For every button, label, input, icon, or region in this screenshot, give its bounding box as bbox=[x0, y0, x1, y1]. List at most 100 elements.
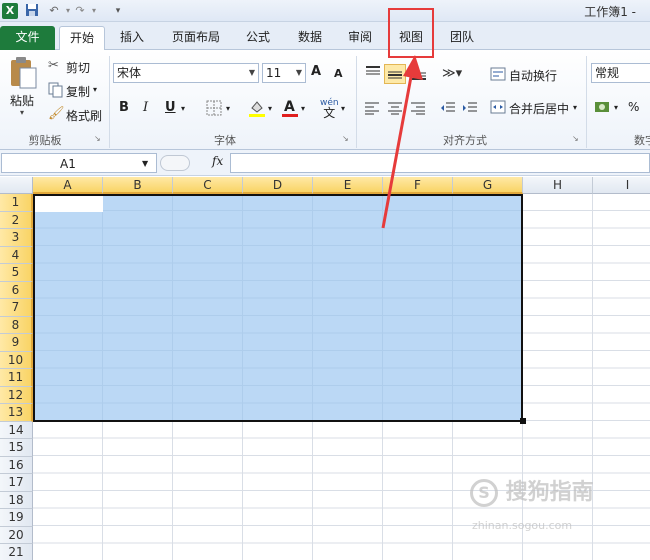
row-header-7[interactable]: 7 bbox=[0, 299, 33, 317]
cut-button[interactable]: 剪切 bbox=[66, 59, 90, 76]
paste-dropdown-icon[interactable]: ▾ bbox=[20, 108, 24, 117]
formula-input[interactable] bbox=[230, 153, 650, 173]
row-header-19[interactable]: 19 bbox=[0, 509, 33, 527]
watermark-logo: S 搜狗指南 bbox=[470, 474, 594, 507]
tab-file[interactable]: 文件 bbox=[0, 26, 55, 50]
save-icon[interactable] bbox=[24, 3, 40, 19]
row-header-14[interactable]: 14 bbox=[0, 421, 33, 439]
underline-dropdown-icon[interactable]: ▾ bbox=[181, 104, 185, 113]
fill-color-dropdown-icon[interactable]: ▾ bbox=[268, 104, 272, 113]
select-all-corner[interactable] bbox=[0, 177, 33, 194]
formula-bar-splitter[interactable] bbox=[160, 155, 190, 171]
wrap-text-button[interactable]: 自动换行 bbox=[509, 67, 557, 84]
excel-icon[interactable]: X bbox=[2, 3, 18, 19]
borders-dropdown-icon[interactable]: ▾ bbox=[226, 104, 230, 113]
window-title: 工作簿1 - bbox=[584, 5, 636, 19]
column-header-i[interactable]: I bbox=[593, 177, 650, 194]
tab-data[interactable]: 数据 bbox=[290, 26, 330, 50]
alignment-launcher-icon[interactable]: ↘ bbox=[572, 134, 579, 143]
name-box-dropdown-icon[interactable]: ▼ bbox=[142, 155, 148, 173]
row-header-8[interactable]: 8 bbox=[0, 316, 33, 334]
column-header-c[interactable]: C bbox=[173, 177, 243, 194]
clipboard-launcher-icon[interactable]: ↘ bbox=[94, 134, 101, 143]
format-painter-button[interactable]: 格式刷 bbox=[66, 107, 102, 124]
copy-button[interactable]: 复制 bbox=[66, 83, 90, 100]
underline-button[interactable]: U bbox=[165, 100, 176, 115]
orientation-icon[interactable]: ≫▾ bbox=[442, 66, 462, 81]
group-separator bbox=[109, 56, 110, 148]
column-header-b[interactable]: B bbox=[103, 177, 173, 194]
alignment-group-label: 对齐方式 bbox=[443, 134, 487, 147]
merge-center-icon[interactable] bbox=[490, 99, 506, 115]
tab-team[interactable]: 团队 bbox=[442, 26, 482, 50]
row-header-1[interactable]: 1 bbox=[0, 194, 33, 212]
row-header-6[interactable]: 6 bbox=[0, 281, 33, 299]
tab-formulas[interactable]: 公式 bbox=[238, 26, 278, 50]
tab-page-layout[interactable]: 页面布局 bbox=[164, 26, 228, 50]
fill-handle[interactable] bbox=[520, 418, 526, 424]
redo-dropdown-icon[interactable]: ▾ bbox=[86, 3, 102, 19]
column-header-h[interactable]: H bbox=[523, 177, 593, 194]
paste-icon[interactable] bbox=[8, 56, 38, 90]
column-header-g[interactable]: G bbox=[453, 177, 523, 194]
row-header-16[interactable]: 16 bbox=[0, 456, 33, 474]
fill-color-icon[interactable] bbox=[248, 98, 266, 118]
number-group-label: 数字 bbox=[634, 134, 650, 147]
row-header-3[interactable]: 3 bbox=[0, 229, 33, 247]
svg-text:A: A bbox=[284, 99, 295, 115]
tab-review[interactable]: 审阅 bbox=[340, 26, 380, 50]
paste-button[interactable]: 粘贴 bbox=[10, 92, 34, 109]
font-launcher-icon[interactable]: ↘ bbox=[342, 134, 349, 143]
active-cell[interactable] bbox=[35, 196, 103, 212]
row-header-21[interactable]: 21 bbox=[0, 544, 33, 560]
copy-dropdown-icon[interactable]: ▾ bbox=[93, 85, 97, 94]
borders-icon[interactable] bbox=[206, 100, 222, 116]
bold-button[interactable]: B bbox=[119, 100, 129, 115]
watermark-url: zhinan.sogou.com bbox=[472, 519, 573, 532]
increase-indent-icon[interactable] bbox=[462, 100, 478, 116]
row-header-2[interactable]: 2 bbox=[0, 211, 33, 229]
insert-function-icon[interactable]: fx bbox=[212, 154, 223, 168]
row-header-12[interactable]: 12 bbox=[0, 386, 33, 404]
scissors-icon[interactable]: ✂ bbox=[48, 58, 64, 74]
tab-insert[interactable]: 插入 bbox=[112, 26, 152, 50]
merge-center-button[interactable]: 合并后居中 bbox=[509, 100, 569, 117]
row-header-20[interactable]: 20 bbox=[0, 526, 33, 544]
column-header-a[interactable]: A bbox=[33, 177, 103, 194]
row-header-13[interactable]: 13 bbox=[0, 404, 33, 422]
font-color-dropdown-icon[interactable]: ▾ bbox=[301, 104, 305, 113]
selected-range[interactable] bbox=[33, 194, 523, 422]
row-header-15[interactable]: 15 bbox=[0, 439, 33, 457]
accounting-format-icon[interactable] bbox=[594, 99, 612, 115]
font-size-select[interactable]: 11 ▼ bbox=[262, 63, 306, 83]
font-color-icon[interactable]: A bbox=[281, 98, 299, 118]
name-box[interactable]: A1 ▼ bbox=[1, 153, 157, 173]
wrap-text-icon[interactable] bbox=[490, 66, 506, 82]
accounting-dropdown-icon[interactable]: ▾ bbox=[614, 103, 618, 112]
font-name-select[interactable]: 宋体 ▼ bbox=[113, 63, 259, 83]
customize-quick-access-icon[interactable]: ▾ bbox=[110, 3, 126, 19]
row-header-17[interactable]: 17 bbox=[0, 474, 33, 492]
row-header-5[interactable]: 5 bbox=[0, 264, 33, 282]
copy-icon[interactable] bbox=[48, 82, 64, 98]
annotation-arrow bbox=[381, 55, 423, 229]
number-format-select[interactable]: 常规 bbox=[591, 63, 650, 83]
percent-button[interactable]: % bbox=[628, 100, 639, 114]
row-header-18[interactable]: 18 bbox=[0, 491, 33, 509]
row-header-10[interactable]: 10 bbox=[0, 351, 33, 369]
row-header-11[interactable]: 11 bbox=[0, 369, 33, 387]
format-painter-icon[interactable]: 🖌 bbox=[48, 106, 65, 122]
tab-home[interactable]: 开始 bbox=[59, 26, 105, 51]
column-header-d[interactable]: D bbox=[243, 177, 313, 194]
group-separator bbox=[586, 56, 587, 148]
phonetic-dropdown-icon[interactable]: ▾ bbox=[341, 104, 345, 113]
row-header-4[interactable]: 4 bbox=[0, 246, 33, 264]
merge-dropdown-icon[interactable]: ▾ bbox=[573, 103, 577, 112]
phonetic-icon[interactable]: wén 文 bbox=[320, 98, 339, 120]
grow-font-icon[interactable]: A bbox=[311, 64, 321, 79]
italic-button[interactable]: I bbox=[143, 100, 148, 115]
row-header-9[interactable]: 9 bbox=[0, 334, 33, 352]
group-separator bbox=[356, 56, 357, 148]
shrink-font-icon[interactable]: A bbox=[334, 67, 343, 80]
decrease-indent-icon[interactable] bbox=[440, 100, 456, 116]
